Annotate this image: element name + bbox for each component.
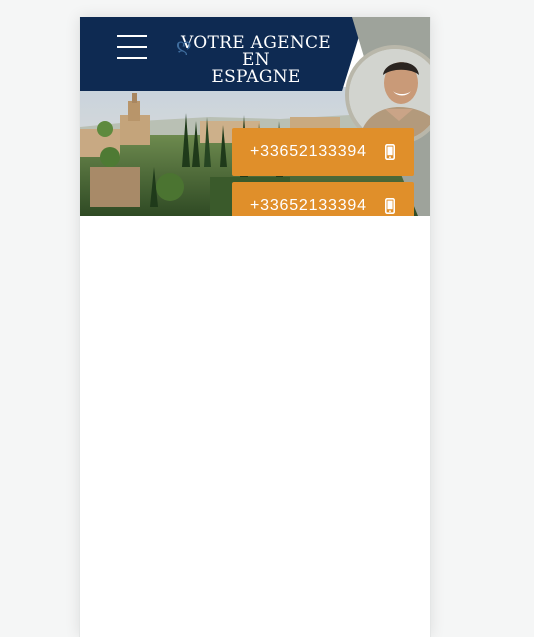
swirl-logo-icon: ღ xyxy=(176,35,192,56)
phone-number: +33652133394 xyxy=(250,197,367,214)
page-container: ღ VOTRE AGENCE EN ESPAGNE +33652133394 +… xyxy=(79,17,431,637)
call-phone-button[interactable]: +33652133394 xyxy=(232,128,414,176)
menu-line xyxy=(117,35,147,37)
phone-number: +33652133394 xyxy=(250,143,367,160)
mobile-phone-icon xyxy=(385,198,395,214)
menu-line xyxy=(117,57,147,59)
main-content-area xyxy=(80,216,430,637)
logo-line-3: ESPAGNE xyxy=(211,67,301,87)
menu-line xyxy=(117,46,147,48)
mobile-phone-icon xyxy=(385,144,395,160)
hero-banner: ღ VOTRE AGENCE EN ESPAGNE +33652133394 +… xyxy=(80,17,430,216)
call-phone-button-secondary[interactable]: +33652133394 xyxy=(232,182,414,216)
menu-button[interactable] xyxy=(114,33,150,61)
site-logo[interactable]: ღ VOTRE AGENCE EN ESPAGNE xyxy=(176,35,336,86)
